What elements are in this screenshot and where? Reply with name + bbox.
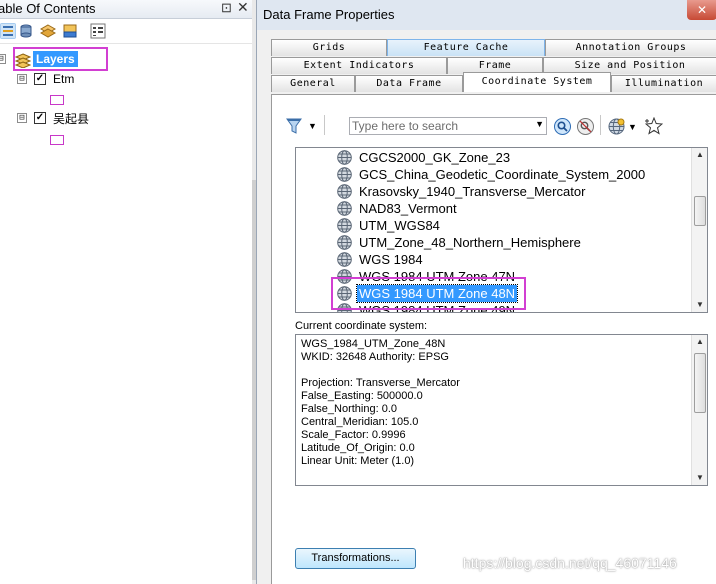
layer-wuqi-collapse-icon[interactable]: ⊟ — [17, 113, 27, 123]
details-scroll-thumb[interactable] — [694, 353, 706, 413]
details-scroll-up-arrow[interactable]: ▲ — [692, 335, 707, 349]
cs-item-label: CGCS2000_GK_Zone_23 — [359, 150, 511, 165]
projection-globe-icon — [337, 150, 352, 165]
layer-etm-symbol[interactable] — [50, 95, 64, 105]
cs-detail-line: WKID: 32648 Authority: EPSG — [301, 351, 449, 363]
cs-detail-line: False_Easting: 500000.0 — [301, 390, 423, 402]
table-of-contents-panel: able Of Contents ⊡ ✕ ⊟ Layers ⊟ ✓ Etm ⊟ … — [0, 0, 252, 584]
globe-dropdown-icon[interactable]: ▼ — [628, 122, 637, 132]
projection-globe-icon — [337, 218, 352, 233]
filter-icon[interactable] — [286, 117, 304, 135]
toc-title: able Of Contents — [0, 1, 96, 16]
current-coordinate-system-details: WGS_1984_UTM_Zone_48N WKID: 32648 Authori… — [295, 334, 708, 486]
filter-dropdown-icon[interactable]: ▼ — [308, 121, 317, 131]
tab-annotation-groups[interactable]: Annotation Groups — [545, 39, 716, 56]
details-scrollbar[interactable]: ▲ ▼ — [691, 335, 707, 485]
layer-etm-collapse-icon[interactable]: ⊟ — [17, 74, 27, 84]
tab-extent-indicators[interactable]: Extent Indicators — [271, 57, 447, 74]
scroll-down-arrow[interactable]: ▼ — [692, 298, 707, 312]
cs-item-label: WGS 1984 — [359, 252, 423, 267]
toc-close-icon[interactable]: ✕ — [237, 0, 249, 16]
add-favorite-icon[interactable] — [645, 117, 663, 135]
projection-globe-icon — [337, 184, 352, 199]
cs-list-scroll-thumb[interactable] — [694, 196, 706, 226]
list-by-drawing-order-icon[interactable] — [0, 23, 16, 39]
list-by-source-icon[interactable] — [18, 23, 34, 39]
toc-toolbar — [0, 19, 252, 44]
data-frame-properties-dialog: Data Frame Properties ✕ Grids Feature Ca… — [256, 0, 716, 584]
scroll-up-arrow[interactable]: ▲ — [692, 148, 707, 162]
projection-globe-icon — [337, 252, 352, 267]
cs-item-label: Krasovsky_1940_Transverse_Mercator — [359, 184, 586, 199]
tab-feature-cache[interactable]: Feature Cache — [387, 39, 545, 56]
cs-item-label: NAD83_Vermont — [359, 201, 457, 216]
cs-item-label: UTM_WGS84 — [359, 218, 440, 233]
options-icon[interactable] — [90, 23, 106, 39]
cs-detail-line: WGS_1984_UTM_Zone_48N — [301, 338, 446, 350]
cs-item-label: UTM_Zone_48_Northern_Hemisphere — [359, 235, 581, 250]
list-by-selection-icon[interactable] — [62, 23, 78, 39]
layer-wuqi-symbol[interactable] — [50, 135, 64, 145]
cs-detail-line: Scale_Factor: 0.9996 — [301, 429, 406, 441]
cs-detail-line: Latitude_Of_Origin: 0.0 — [301, 442, 415, 454]
selected-cs-highlight-box — [331, 277, 526, 310]
projection-globe-icon — [337, 201, 352, 216]
watermark: https://blog.csdn.net/qq_46071146 — [463, 555, 677, 571]
layers-highlight-box — [13, 47, 108, 71]
projection-globe-icon — [337, 167, 352, 182]
tab-grids[interactable]: Grids — [271, 39, 387, 56]
cs-detail-line: Central_Meridian: 105.0 — [301, 416, 419, 428]
tab-general[interactable]: General — [271, 75, 355, 92]
tab-data-frame[interactable]: Data Frame — [355, 75, 463, 92]
transformations-button[interactable]: Transformations... — [295, 548, 416, 569]
projection-globe-icon — [337, 235, 352, 250]
coordinate-system-panel: ▼ ▼ — [271, 94, 716, 584]
dialog-close-button[interactable]: ✕ — [687, 0, 716, 20]
cs-detail-line: False_Northing: 0.0 — [301, 403, 397, 415]
layer-wuqi-label[interactable]: 吴起县 — [53, 110, 89, 127]
layer-etm-checkbox[interactable]: ✓ — [34, 73, 46, 85]
tab-coordinate-system[interactable]: Coordinate System — [463, 72, 611, 92]
cs-list-scrollbar[interactable]: ▲ ▼ — [691, 148, 707, 312]
current-coordinate-system-label: Current coordinate system: — [295, 320, 428, 332]
dialog-title: Data Frame Properties — [263, 7, 395, 22]
layer-etm-label[interactable]: Etm — [53, 72, 74, 86]
globe-icon[interactable] — [608, 118, 625, 135]
search-icon[interactable] — [554, 118, 571, 135]
details-scroll-down-arrow[interactable]: ▼ — [692, 471, 707, 485]
search-box[interactable]: ▼ — [349, 117, 547, 135]
clear-search-icon[interactable] — [577, 118, 594, 135]
tab-illumination[interactable]: Illumination — [611, 75, 716, 92]
dialog-body: Grids Feature Cache Annotation Groups Ex… — [257, 30, 716, 584]
toc-title-bar: able Of Contents ⊡ ✕ — [0, 0, 252, 19]
toolbar-separator — [324, 115, 325, 135]
cs-item-label: GCS_China_Geodetic_Coordinate_System_200… — [359, 167, 646, 182]
pin-icon[interactable]: ⊡ — [221, 0, 232, 16]
search-input[interactable] — [352, 119, 530, 133]
search-dropdown-icon[interactable]: ▼ — [535, 119, 544, 129]
layers-collapse-icon[interactable]: ⊟ — [0, 54, 6, 64]
cs-detail-line: Projection: Transverse_Mercator — [301, 377, 460, 389]
layer-wuqi-checkbox[interactable]: ✓ — [34, 112, 46, 124]
toolbar-separator-2 — [600, 115, 601, 135]
cs-detail-line: Linear Unit: Meter (1.0) — [301, 455, 415, 467]
list-by-visibility-icon[interactable] — [40, 23, 56, 39]
